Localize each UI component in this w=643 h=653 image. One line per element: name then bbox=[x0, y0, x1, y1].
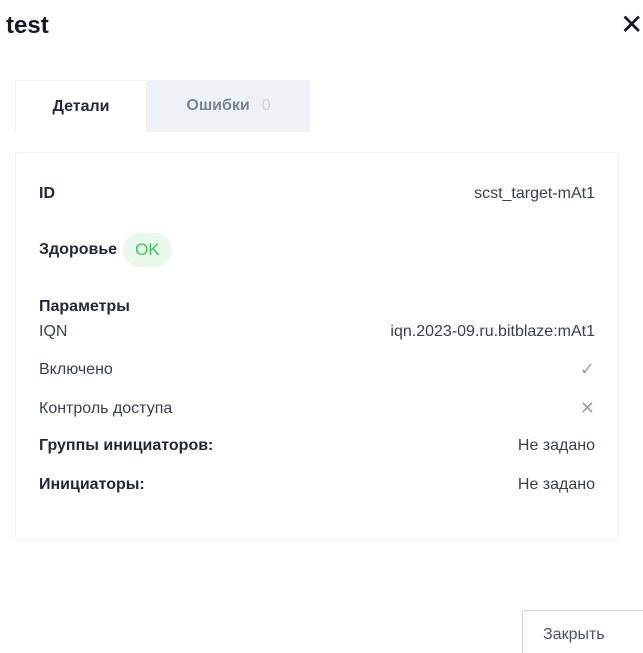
tab-details[interactable]: Детали bbox=[15, 80, 147, 132]
id-value: scst_target-mAt1 bbox=[474, 185, 595, 202]
id-row: ID scst_target-mAt1 bbox=[39, 185, 595, 203]
tab-errors-label: Ошибки bbox=[186, 97, 250, 114]
check-icon: ✓ bbox=[579, 359, 595, 379]
params-heading-row: Параметры bbox=[39, 298, 595, 316]
health-label: Здоровье bbox=[39, 241, 118, 258]
modal-title: test bbox=[6, 12, 49, 39]
iqn-value: iqn.2023-09.ru.bitblaze:mAt1 bbox=[390, 323, 595, 340]
tabs: Детали Ошибки 0 bbox=[15, 80, 310, 132]
tab-details-label: Детали bbox=[52, 97, 110, 115]
tab-errors-count: 0 bbox=[261, 97, 271, 114]
id-label: ID bbox=[39, 185, 55, 202]
details-card: ID scst_target-mAt1 Здоровье OK Параметр… bbox=[15, 152, 619, 540]
initiators-label: Инициаторы: bbox=[39, 476, 145, 493]
initiator-groups-label: Группы инициаторов: bbox=[39, 437, 214, 454]
enabled-label: Включено bbox=[39, 360, 113, 378]
params-heading: Параметры bbox=[39, 298, 130, 315]
close-icon[interactable]: ✕ bbox=[620, 10, 643, 40]
enabled-row: Включено ✓ bbox=[39, 359, 595, 380]
target-details-modal: test ✕ Детали Ошибки 0 ID scst_target-mA… bbox=[0, 0, 643, 653]
initiators-row: Инициаторы: Не задано bbox=[39, 476, 595, 494]
iqn-row: IQN iqn.2023-09.ru.bitblaze:mAt1 bbox=[39, 323, 595, 341]
status-badge: OK bbox=[123, 233, 172, 267]
access-control-label: Контроль доступа bbox=[39, 399, 173, 417]
iqn-label: IQN bbox=[39, 323, 68, 340]
access-control-row: Контроль доступа ✕ bbox=[39, 398, 595, 419]
health-row: Здоровье OK bbox=[39, 233, 595, 267]
initiators-value: Не задано bbox=[517, 476, 595, 493]
x-icon: ✕ bbox=[579, 398, 595, 418]
tab-errors[interactable]: Ошибки 0 bbox=[147, 80, 310, 132]
close-button[interactable]: Закрыть bbox=[522, 610, 643, 653]
initiator-groups-row: Группы инициаторов: Не задано bbox=[39, 437, 595, 455]
initiator-groups-value: Не задано bbox=[517, 437, 595, 454]
